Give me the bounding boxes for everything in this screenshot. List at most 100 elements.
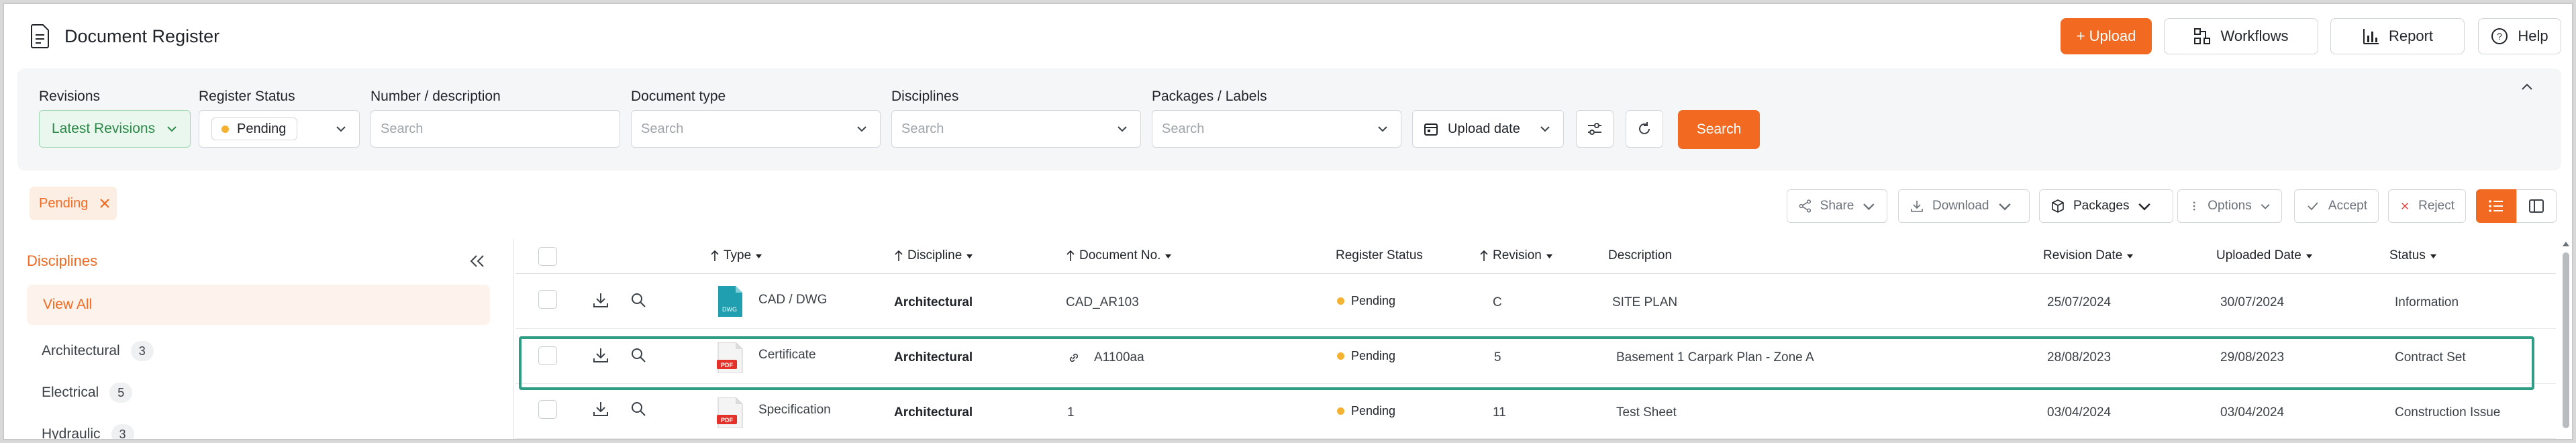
sidebar-item-architectural[interactable]: Architectural 3 (42, 341, 154, 361)
sidebar-item-electrical[interactable]: Electrical 5 (42, 383, 133, 403)
double-chevron-left-icon[interactable] (467, 251, 487, 271)
column-header-description[interactable]: Description (1608, 248, 1672, 263)
status-pill: Pending (211, 117, 298, 140)
cell-document-no[interactable]: 1 (1067, 405, 1075, 420)
pending-filter-chip[interactable]: Pending (30, 187, 117, 220)
select-all-checkbox[interactable] (538, 247, 557, 266)
table-row[interactable]: DWG CAD / DWG Architectural CAD_AR103 Pe… (515, 275, 2556, 329)
cell-register-status: Pending (1351, 294, 1396, 307)
package-icon (2052, 199, 2064, 213)
cell-uploaded-date: 03/04/2024 (2220, 405, 2285, 420)
chevron-down-icon (857, 126, 866, 132)
advanced-filters-button[interactable] (1576, 110, 1614, 148)
row-checkbox[interactable] (538, 346, 557, 365)
count-badge: 5 (109, 383, 133, 403)
help-button[interactable]: ? Help (2478, 18, 2561, 54)
download-label: Download (1932, 199, 1989, 213)
packages-labels-select[interactable]: Search (1152, 110, 1401, 148)
cell-description: Test Sheet (1616, 405, 1677, 420)
document-type-label: Document type (631, 89, 726, 104)
document-type-placeholder: Search (641, 121, 684, 136)
report-button[interactable]: Report (2330, 18, 2465, 54)
cell-uploaded-date: 30/07/2024 (2220, 295, 2285, 309)
column-header-revision[interactable]: Revision (1479, 248, 1553, 263)
search-icon[interactable] (630, 400, 647, 417)
packages-button[interactable]: Packages (2039, 189, 2173, 223)
document-type-select[interactable]: Search (631, 110, 881, 148)
sidebar-item-hydraulic[interactable]: Hydraulic 3 (42, 424, 134, 439)
page-header: Document Register + Upload Workflows Rep… (4, 4, 2572, 68)
share-button[interactable]: Share (1787, 189, 1887, 223)
share-label: Share (1820, 199, 1854, 213)
cell-discipline: Architectural (894, 295, 973, 309)
chevron-down-icon (1863, 203, 1875, 211)
disciplines-placeholder: Search (901, 121, 944, 136)
split-view-toggle[interactable] (2516, 189, 2557, 223)
chevron-up-icon[interactable] (2520, 79, 2534, 94)
document-table: Type Discipline Document No. Register St… (515, 239, 2556, 439)
options-button[interactable]: Options (2177, 189, 2282, 223)
svg-text:PDF: PDF (721, 417, 734, 424)
sidebar-item-label: Architectural (42, 343, 120, 358)
row-checkbox[interactable] (538, 290, 557, 309)
document-icon (31, 24, 49, 48)
column-header-register-status[interactable]: Register Status (1336, 248, 1423, 263)
vertical-scrollbar[interactable] (2560, 239, 2572, 439)
table-header: Type Discipline Document No. Register St… (515, 239, 2556, 274)
pending-dot-icon (1337, 352, 1344, 360)
cell-status: Information (2395, 295, 2459, 309)
accept-button[interactable]: Accept (2294, 189, 2379, 223)
close-icon (2401, 203, 2408, 209)
sliders-icon (1588, 123, 1601, 135)
close-icon[interactable] (99, 197, 111, 209)
report-label: Report (2388, 28, 2434, 44)
upload-date-select[interactable]: Upload date (1412, 110, 1564, 148)
download-icon[interactable] (592, 400, 609, 417)
column-label: Discipline (907, 248, 962, 262)
download-button[interactable]: Download (1898, 189, 2030, 223)
list-view-toggle[interactable] (2476, 189, 2516, 223)
dwg-file-icon: DWG (718, 286, 742, 317)
search-icon[interactable] (630, 346, 647, 364)
column-header-uploaded-date[interactable]: Uploaded Date (2216, 248, 2313, 263)
sort-arrow-icon (1480, 250, 1488, 261)
disciplines-select[interactable]: Search (891, 110, 1141, 148)
chevron-down-icon (2138, 203, 2151, 211)
column-header-document-no[interactable]: Document No. (1066, 248, 1172, 263)
link-icon (1069, 353, 1079, 362)
scroll-up-arrow-icon[interactable] (2562, 240, 2570, 247)
cell-document-no[interactable]: CAD_AR103 (1066, 295, 1139, 310)
caret-down-icon (2306, 254, 2312, 258)
download-icon[interactable] (592, 346, 609, 364)
column-header-status[interactable]: Status (2389, 248, 2437, 263)
column-header-type[interactable]: Type (710, 248, 762, 263)
table-row[interactable]: PDF Specification Architectural 1 Pendin… (515, 385, 2556, 439)
search-button[interactable]: Search (1678, 110, 1760, 149)
cell-discipline: Architectural (894, 405, 973, 420)
revisions-select[interactable]: Latest Revisions (39, 110, 191, 148)
workflows-button[interactable]: Workflows (2164, 18, 2318, 54)
column-header-revision-date[interactable]: Revision Date (2043, 248, 2134, 263)
workflow-icon (2194, 28, 2211, 44)
split-panel-icon (2529, 199, 2544, 213)
number-description-input[interactable]: Search (370, 110, 620, 148)
reject-button[interactable]: Reject (2388, 189, 2466, 223)
cell-document-no[interactable]: A1100aa (1067, 350, 1144, 365)
bar-chart-icon (2363, 29, 2379, 44)
packages-labels-label: Packages / Labels (1152, 89, 1267, 104)
upload-button[interactable]: + Upload (2061, 18, 2152, 54)
search-icon[interactable] (630, 291, 647, 309)
scrollbar-thumb[interactable] (2563, 252, 2569, 428)
row-checkbox[interactable] (538, 400, 557, 419)
download-icon (1911, 201, 1923, 212)
cell-revision: 11 (1493, 405, 1506, 420)
column-label: Document No. (1079, 248, 1161, 262)
column-header-discipline[interactable]: Discipline (894, 248, 973, 263)
download-icon[interactable] (592, 291, 609, 309)
count-badge: 3 (111, 424, 134, 439)
register-status-select[interactable]: Pending (199, 110, 360, 148)
table-row[interactable]: PDF Certificate Architectural A1100aa Pe… (515, 330, 2556, 384)
reset-filters-button[interactable] (1626, 110, 1663, 148)
sidebar-item-view-all[interactable]: View All (27, 285, 490, 325)
caret-down-icon (967, 254, 973, 258)
